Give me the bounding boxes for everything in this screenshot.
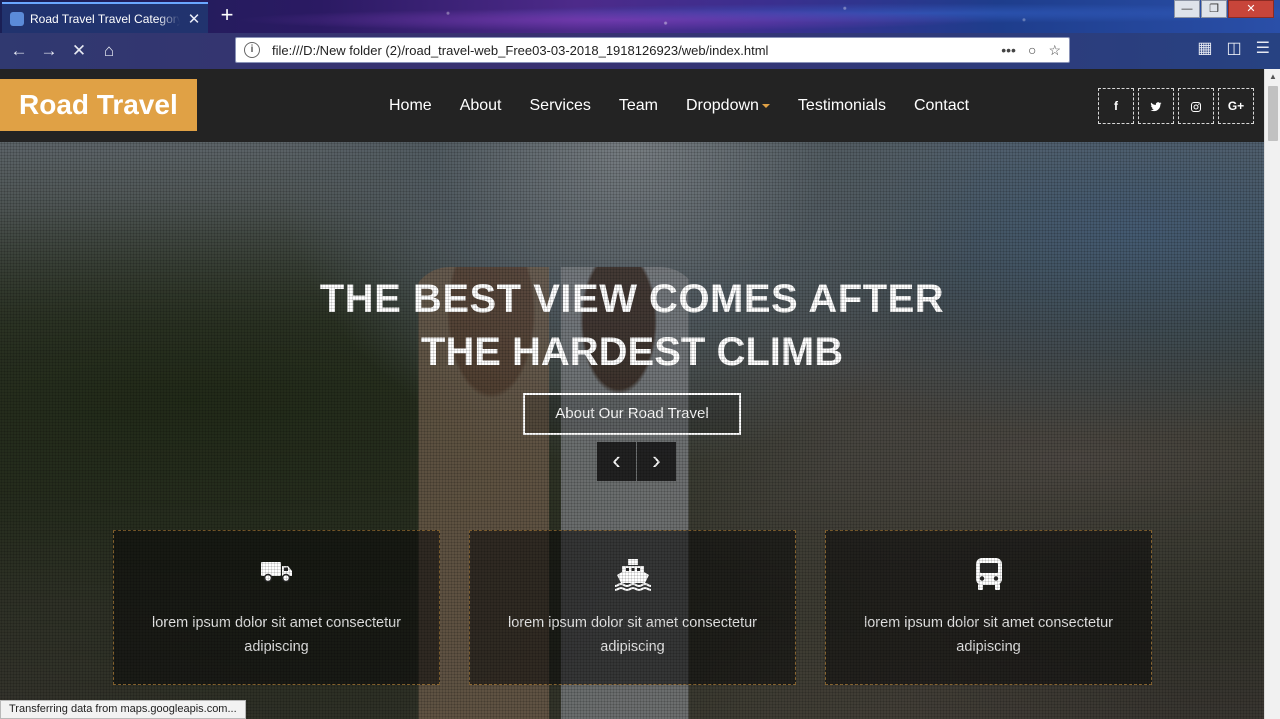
browser-tab[interactable]: Road Travel Travel Category Flat Bootstr… xyxy=(2,2,208,33)
feature-box-truck: lorem ipsum dolor sit amet consectetur a… xyxy=(113,530,440,685)
forward-icon[interactable]: → xyxy=(36,38,62,64)
instagram-icon[interactable] xyxy=(1178,88,1214,124)
site-header: Road Travel Home About Services Team Dro… xyxy=(0,69,1264,142)
menu-item-testimonials[interactable]: Testimonials xyxy=(798,97,886,115)
truck-icon xyxy=(114,557,439,591)
bookmark-star-icon[interactable]: ☆ xyxy=(1048,42,1061,59)
back-icon[interactable]: ← xyxy=(6,38,32,64)
page-scrollbar[interactable]: ▲ xyxy=(1264,69,1280,719)
menu-item-contact[interactable]: Contact xyxy=(914,97,969,115)
ship-icon xyxy=(470,557,795,591)
menu-item-dropdown[interactable]: Dropdown xyxy=(686,97,770,115)
caret-down-icon xyxy=(761,103,770,108)
window-controls: — ❐ ✕ xyxy=(1173,0,1274,18)
browser-status-bar: Transferring data from maps.googleapis.c… xyxy=(0,700,246,719)
stop-loading-icon[interactable]: ✕ xyxy=(66,38,92,64)
bus-icon xyxy=(826,557,1151,591)
feature-box-ship: lorem ipsum dolor sit amet consectetur a… xyxy=(469,530,796,685)
twitter-icon[interactable] xyxy=(1138,88,1174,124)
carousel-prev-icon[interactable]: ‹ xyxy=(597,442,636,481)
scrollbar-thumb[interactable] xyxy=(1268,86,1278,141)
pocket-icon[interactable]: ○ xyxy=(1028,42,1036,59)
menu-item-team[interactable]: Team xyxy=(619,97,658,115)
scroll-up-icon[interactable]: ▲ xyxy=(1265,69,1280,85)
library-icon[interactable]: ▦ xyxy=(1197,38,1212,58)
hero-background-image xyxy=(410,267,700,719)
address-bar[interactable]: i file:///D:/New folder (2)/road_travel-… xyxy=(235,37,1070,63)
page-actions-icon[interactable]: ••• xyxy=(1001,42,1016,59)
hero-banner: THE BEST VIEW COMES AFTER THE HARDEST CL… xyxy=(0,142,1264,719)
carousel-controls: ‹ › xyxy=(597,442,676,481)
minimize-button[interactable]: — xyxy=(1174,0,1200,18)
menu-item-about[interactable]: About xyxy=(460,97,502,115)
menu-item-dropdown-label: Dropdown xyxy=(685,96,759,114)
url-text[interactable]: file:///D:/New folder (2)/road_travel-we… xyxy=(272,43,1001,58)
browser-tab-bar: Road Travel Travel Category Flat Bootstr… xyxy=(0,0,1280,33)
tab-close-icon[interactable]: ✕ xyxy=(186,10,202,28)
site-info-icon[interactable]: i xyxy=(244,42,260,58)
browser-toolbar: ← → ✕ ⌂ i file:///D:/New folder (2)/road… xyxy=(0,33,1280,69)
feature-box-bus: lorem ipsum dolor sit amet consectetur a… xyxy=(825,530,1152,685)
google-plus-icon[interactable]: G+ xyxy=(1218,88,1254,124)
social-links: f G+ xyxy=(1098,88,1254,124)
facebook-icon[interactable]: f xyxy=(1098,88,1134,124)
feature-text: lorem ipsum dolor sit amet consectetur a… xyxy=(151,615,401,655)
favicon-icon xyxy=(10,11,24,26)
tab-title: Road Travel Travel Category Flat Bootstr… xyxy=(30,11,180,26)
about-cta-button[interactable]: About Our Road Travel xyxy=(523,393,741,435)
window-close-button[interactable]: ✕ xyxy=(1228,0,1274,18)
main-menu: Home About Services Team Dropdown Testim… xyxy=(389,69,997,142)
feature-text: lorem ipsum dolor sit amet consectetur a… xyxy=(507,615,757,655)
feature-text: lorem ipsum dolor sit amet consectetur a… xyxy=(863,615,1113,655)
home-icon[interactable]: ⌂ xyxy=(96,38,122,64)
hamburger-menu-icon[interactable]: ☰ xyxy=(1256,38,1270,58)
sidebar-icon[interactable]: ◫ xyxy=(1227,38,1242,58)
carousel-next-icon[interactable]: › xyxy=(637,442,676,481)
feature-boxes: lorem ipsum dolor sit amet consectetur a… xyxy=(113,530,1153,685)
menu-item-services[interactable]: Services xyxy=(530,97,591,115)
menu-item-home[interactable]: Home xyxy=(389,97,432,115)
maximize-button[interactable]: ❐ xyxy=(1201,0,1227,18)
new-tab-button[interactable]: + xyxy=(214,2,240,30)
hero-title-line1: THE BEST VIEW COMES AFTER xyxy=(319,277,945,321)
site-logo[interactable]: Road Travel xyxy=(0,79,197,131)
hero-title-line2: THE HARDEST CLIMB xyxy=(420,330,844,374)
